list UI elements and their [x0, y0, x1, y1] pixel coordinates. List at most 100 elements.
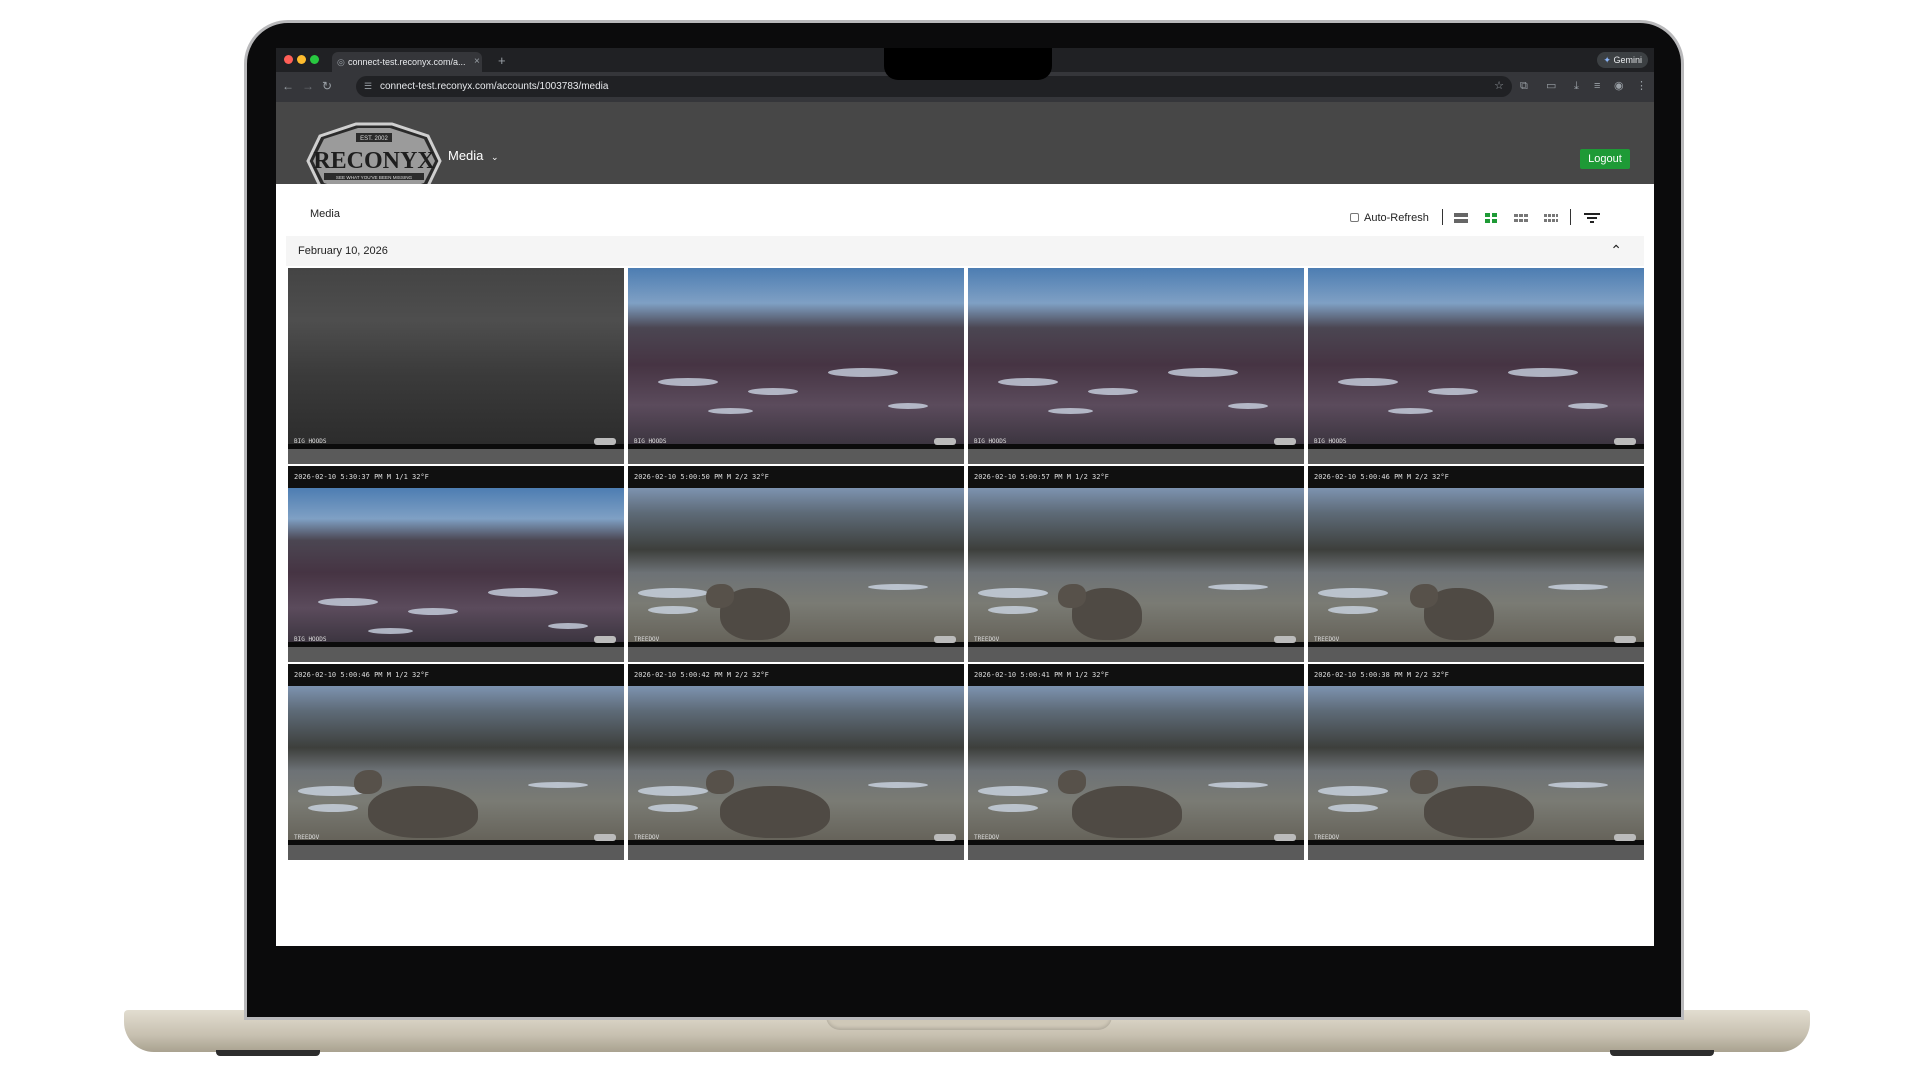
- trail-camera-photo: [628, 268, 964, 444]
- maximize-window-dot[interactable]: [310, 55, 319, 64]
- photo-timestamp: 2026-02-10 5:00:46 PM M 1/2 32°F: [288, 664, 624, 686]
- tab-close-icon[interactable]: ×: [474, 52, 480, 72]
- trail-camera-photo: [288, 268, 624, 444]
- divider: [1570, 209, 1571, 225]
- close-window-dot[interactable]: [284, 55, 293, 64]
- snow-patch: [318, 598, 378, 606]
- reconyx-watermark-icon: [1614, 834, 1636, 841]
- snow-patch: [638, 588, 708, 598]
- media-thumbnail[interactable]: 2026-02-10 5:00:46 PM M 1/2 32°F TREEDOV: [288, 664, 624, 860]
- minimize-window-dot[interactable]: [297, 55, 306, 64]
- reconyx-watermark-icon: [594, 834, 616, 841]
- camera-name-label: TREEDOV: [294, 834, 320, 841]
- photo-footer-strip: [968, 642, 1304, 647]
- media-thumbnail[interactable]: 2026-02-10 5:00:38 PM M 2/2 32°F TREEDOV: [1308, 664, 1644, 860]
- snow-patch: [988, 606, 1038, 614]
- photo-timestamp: 2026-02-10 5:00:41 PM M 1/2 32°F: [968, 664, 1304, 686]
- media-thumbnail[interactable]: BIG HOODS: [968, 268, 1304, 464]
- media-thumbnail[interactable]: 2026-02-10 5:00:50 PM M 2/2 32°F TREEDOV: [628, 466, 964, 662]
- snow-patch: [1208, 782, 1268, 788]
- browser-menu-icon[interactable]: ⋮: [1636, 80, 1647, 92]
- deer-head: [354, 770, 382, 794]
- media-thumbnail[interactable]: 2026-02-10 5:30:37 PM M 1/1 32°F BIG HOOD…: [288, 466, 624, 662]
- media-thumbnail[interactable]: 2026-02-10 5:00:41 PM M 1/2 32°F TREEDOV: [968, 664, 1304, 860]
- reconyx-watermark-icon: [1614, 438, 1636, 445]
- snow-patch: [308, 804, 358, 812]
- divider: [1442, 209, 1443, 225]
- snow-patch: [708, 408, 753, 414]
- snow-patch: [648, 606, 698, 614]
- profile-icon[interactable]: ◉: [1614, 80, 1624, 92]
- chevron-down-icon: ⌄: [491, 152, 499, 162]
- snow-patch: [528, 782, 588, 788]
- media-menu-dropdown[interactable]: Media ⌄: [448, 148, 499, 163]
- media-thumbnail[interactable]: 2026-02-10 5:00:42 PM M 2/2 32°F TREEDOV: [628, 664, 964, 860]
- date-group-label: February 10, 2026: [298, 245, 388, 257]
- reload-icon[interactable]: ↻: [322, 79, 332, 93]
- snow-patch: [828, 368, 898, 377]
- snow-patch: [868, 782, 928, 788]
- snow-patch: [888, 403, 928, 409]
- snow-patch: [1318, 588, 1388, 598]
- deer: [1424, 786, 1534, 838]
- camera-name-label: TREEDOV: [634, 834, 660, 841]
- download-icon[interactable]: ⤓: [1574, 80, 1579, 92]
- list-view-icon[interactable]: [1454, 213, 1468, 223]
- photo-footer-strip: [1308, 444, 1644, 449]
- camera-name-label: BIG HOODS: [634, 438, 667, 445]
- date-group-header[interactable]: February 10, 2026 ⌃: [286, 236, 1644, 266]
- camera-name-label: TREEDOV: [634, 636, 660, 643]
- photo-footer-strip: [1308, 840, 1644, 845]
- snow-patch: [1168, 368, 1238, 377]
- auto-refresh-label: Auto-Refresh: [1364, 212, 1429, 224]
- grid-medium-view-icon[interactable]: [1484, 213, 1498, 223]
- gemini-label: Gemini: [1613, 55, 1642, 65]
- trail-camera-photo: [968, 488, 1304, 642]
- media-thumbnail[interactable]: 2026-02-10 5:00:57 PM M 1/2 32°F TREEDOV: [968, 466, 1304, 662]
- media-thumbnail[interactable]: 2026-02-10 5:00:46 PM M 2/2 32°F TREEDOV: [1308, 466, 1644, 662]
- photo-footer-strip: [288, 840, 624, 845]
- grid-small-view-icon[interactable]: [1514, 213, 1528, 223]
- media-thumbnail[interactable]: BIG HOODS: [628, 268, 964, 464]
- site-settings-icon[interactable]: ☰: [364, 76, 372, 97]
- filter-icon[interactable]: [1584, 212, 1600, 224]
- snow-patch: [1388, 408, 1433, 414]
- snow-patch: [1208, 584, 1268, 590]
- snow-patch: [488, 588, 558, 597]
- extensions-icon[interactable]: ⧉: [1520, 80, 1528, 92]
- trail-camera-photo: [1308, 268, 1644, 444]
- camera-name-label: TREEDOV: [1314, 636, 1340, 643]
- bookmark-star-icon[interactable]: ☆: [1494, 76, 1504, 97]
- reconyx-watermark-icon: [594, 636, 616, 643]
- reconyx-watermark-icon: [934, 636, 956, 643]
- media-controls-icon[interactable]: ≡: [1594, 80, 1600, 92]
- cast-icon[interactable]: ▭: [1546, 80, 1556, 92]
- photo-timestamp: 2026-02-10 5:00:38 PM M 2/2 32°F: [1308, 664, 1644, 686]
- deer-head: [706, 584, 734, 608]
- gemini-button[interactable]: ✦ Gemini: [1597, 52, 1648, 68]
- media-thumbnail[interactable]: BIG HOODS: [288, 268, 624, 464]
- snow-patch: [1318, 786, 1388, 796]
- logout-button[interactable]: Logout: [1580, 149, 1630, 169]
- grid-tiny-view-icon[interactable]: [1544, 213, 1558, 223]
- deer-head: [1058, 584, 1086, 608]
- back-icon[interactable]: ←: [282, 79, 294, 93]
- snow-patch: [638, 786, 708, 796]
- gemini-icon: ✦: [1603, 55, 1611, 65]
- snow-patch: [658, 378, 718, 386]
- camera-name-label: TREEDOV: [974, 834, 1000, 841]
- browser-tab[interactable]: ◎ connect-test.reconyx.com/a...: [332, 52, 482, 72]
- tab-title: connect-test.reconyx.com/a...: [348, 57, 466, 67]
- trail-camera-photo: [288, 686, 624, 840]
- snow-patch: [1338, 378, 1398, 386]
- snow-patch: [998, 378, 1058, 386]
- site-header: [276, 102, 1654, 184]
- media-thumbnail[interactable]: BIG HOODS: [1308, 268, 1644, 464]
- chevron-up-icon[interactable]: ⌃: [1610, 242, 1622, 259]
- forward-icon[interactable]: →: [302, 79, 314, 93]
- address-url: connect-test.reconyx.com/accounts/100378…: [380, 81, 609, 92]
- auto-refresh-checkbox[interactable]: [1350, 213, 1359, 222]
- media-menu-label: Media: [448, 148, 484, 163]
- new-tab-icon[interactable]: +: [498, 52, 506, 70]
- logo-tagline: SEE WHAT YOU'VE BEEN MISSING: [336, 175, 413, 180]
